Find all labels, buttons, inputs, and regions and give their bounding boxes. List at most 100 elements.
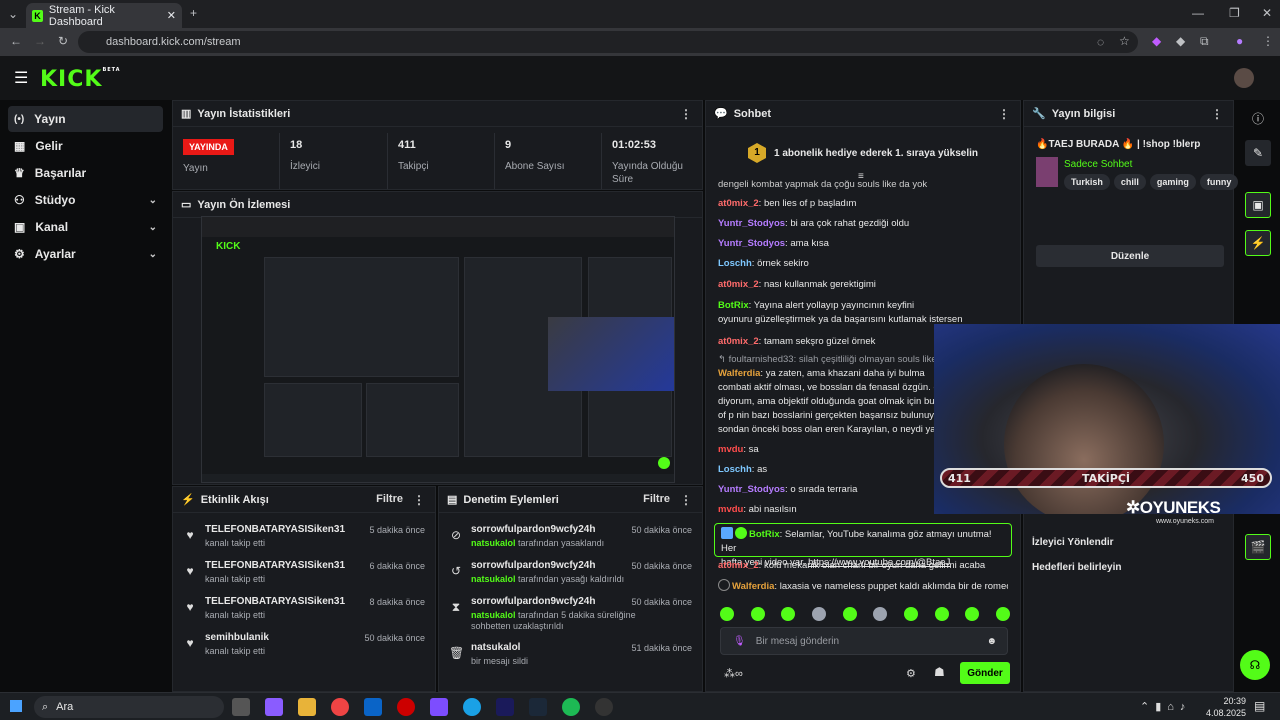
bot-icon[interactable]: ☗ [934, 665, 945, 679]
raid-link[interactable]: İzleyici Yönlendir [1032, 537, 1114, 548]
tag-chip[interactable]: funny [1199, 174, 1239, 190]
chat-line: at0mix_2: nası kullanmak gerektigimi [718, 279, 876, 290]
filter-button[interactable]: Filtre [643, 493, 670, 505]
revenue-icon: ▦ [14, 139, 26, 153]
close-window-icon[interactable]: ✕ [1262, 6, 1272, 20]
close-tab-icon[interactable]: ✕ [167, 9, 176, 22]
taskbar-app-icon[interactable] [595, 698, 613, 716]
send-button[interactable]: Gönder [960, 662, 1010, 684]
live-badge: YAYINDA [183, 139, 234, 155]
puzzle-icon[interactable]: ⧉ [1200, 34, 1209, 49]
sidebar-item-kanal[interactable]: ▣ Kanal ⌄ [8, 214, 163, 240]
document-icon: ▤ [447, 494, 458, 506]
hamburger-menu-icon[interactable]: ☰ [14, 68, 28, 88]
browser-toolbar: ← → ↻ dashboard.kick.com/stream ◌ ☆ ◆ ◆ … [0, 28, 1280, 56]
kebab-menu-icon[interactable]: ⋮ [1211, 107, 1223, 121]
tag-chip[interactable]: chill [1113, 174, 1146, 190]
ban-icon: ⊘ [450, 528, 462, 542]
filter-button[interactable]: Filtre [376, 493, 403, 505]
tab-list-icon[interactable]: ⌄ [8, 7, 18, 21]
user-badge-icon [718, 579, 730, 591]
notification-icon[interactable]: ▤ [1254, 699, 1265, 713]
chat-input[interactable]: 🎙 Bir mesaj gönderin ☻ [720, 627, 1008, 655]
address-bar[interactable]: dashboard.kick.com/stream [78, 31, 1138, 53]
forward-icon[interactable]: → [34, 34, 46, 48]
settings-gear-icon[interactable]: ⚙ [906, 667, 916, 680]
sidebar-item-gelir[interactable]: ▦ Gelir [8, 133, 163, 159]
eye-off-icon[interactable]: ◌ [1097, 35, 1104, 49]
emote-icon[interactable] [965, 607, 980, 621]
chevron-down-icon: ⌄ [148, 221, 157, 233]
taskbar-app-icon[interactable] [364, 698, 382, 716]
oyuneks-logo: ✲OYUNEKS www.oyuneks.com [1126, 498, 1221, 525]
support-icon[interactable]: ☊ [1240, 650, 1270, 680]
menu-dots-icon[interactable]: ⋮ [1262, 34, 1274, 48]
points-icon[interactable]: ⁂∞ [724, 667, 743, 680]
kebab-menu-icon[interactable]: ⋮ [680, 107, 692, 121]
taskbar-app-icon[interactable] [529, 698, 547, 716]
emote-icon[interactable] [873, 607, 888, 621]
emote-icon[interactable] [995, 607, 1010, 621]
lightning-icon[interactable]: ⚡ [1245, 230, 1271, 256]
taskbar-app-icon[interactable] [463, 698, 481, 716]
chart-icon: ▥ [181, 108, 192, 120]
emote-icon[interactable] [903, 607, 918, 621]
edit-button[interactable]: Düzenle [1036, 245, 1224, 267]
kebab-menu-icon[interactable]: ⋮ [413, 493, 425, 507]
tag-chip[interactable]: gaming [1149, 174, 1196, 190]
taskbar-app-icon[interactable] [265, 698, 283, 716]
sidebar-item-yayin[interactable]: (•) Yayın [8, 106, 163, 132]
taskbar-search[interactable]: ⌕ Ara [34, 696, 224, 718]
taskbar-app-icon[interactable] [397, 698, 415, 716]
restore-icon[interactable]: ❐ [1229, 6, 1240, 20]
windows-start-icon[interactable] [10, 700, 22, 712]
info-icon[interactable]: ⓘ [1252, 110, 1264, 127]
emoji-icon[interactable]: ☻ [986, 636, 997, 647]
sidebar-item-basarilar[interactable]: ♛ Başarılar [8, 160, 163, 186]
minimize-icon[interactable]: — [1192, 6, 1204, 20]
clock[interactable]: 20:39 4.08.2025 [1202, 695, 1246, 719]
kick-logo[interactable]: KICKBETA [40, 67, 121, 92]
emote-icon[interactable] [781, 607, 796, 621]
profile-icon[interactable]: ● [1236, 34, 1243, 48]
sidebar: (•) Yayın ▦ Gelir ♛ Başarılar ⚇ Stüdyo ⌄… [0, 100, 170, 692]
extension-icon-2[interactable]: ◆ [1176, 34, 1185, 48]
sidebar-item-ayarlar[interactable]: ⚙ Ayarlar ⌄ [8, 241, 163, 267]
spotify-taskbar-icon[interactable] [562, 698, 580, 716]
taskbar-app-icon[interactable] [496, 698, 514, 716]
chat-line: BotRix: Yayına alert yollayıp yayıncının… [718, 300, 915, 311]
reload-icon[interactable]: ↻ [58, 34, 68, 48]
category-name[interactable]: Sadece Sohbet [1064, 159, 1132, 170]
app-header: ☰ KICKBETA [0, 56, 1280, 100]
emote-icon[interactable] [750, 607, 765, 621]
new-tab-icon[interactable]: + [190, 6, 197, 20]
emote-icon[interactable] [842, 607, 857, 621]
taskbar-app-icon[interactable] [232, 698, 250, 716]
chevron-down-icon: ⌄ [148, 248, 157, 260]
tag-chip[interactable]: Turkish [1064, 174, 1110, 190]
kick-dashboard: ☰ KICKBETA (•) Yayın ▦ Gelir ♛ Başarılar… [0, 56, 1280, 692]
emote-icon[interactable] [934, 607, 949, 621]
taskbar-app-icon[interactable] [298, 698, 316, 716]
tray-icons[interactable]: ⌃▮⌂♪ [1140, 700, 1191, 713]
stream-preview[interactable]: KICK [201, 216, 675, 483]
emote-icon[interactable] [720, 607, 734, 621]
pencil-icon[interactable]: ✎ [1245, 140, 1271, 166]
url-text: dashboard.kick.com/stream [106, 36, 241, 48]
activity-feed-title: ⚡ Etkinlik Akışı Filtre ⋮ [173, 487, 435, 513]
sidebar-item-studyo[interactable]: ⚇ Stüdyo ⌄ [8, 187, 163, 213]
browser-tab[interactable]: K Stream - Kick Dashboard ✕ [26, 3, 182, 28]
chrome-taskbar-icon[interactable] [331, 698, 349, 716]
clip-icon[interactable]: ▣ [1245, 192, 1271, 218]
user-avatar[interactable] [1234, 68, 1254, 88]
goals-link[interactable]: Hedefleri belirleyin [1032, 562, 1121, 573]
emote-icon[interactable] [811, 607, 826, 621]
clapper-icon[interactable]: 🎬 [1245, 534, 1271, 560]
taskbar-app-icon[interactable] [430, 698, 448, 716]
microphone-icon[interactable]: 🎙 [733, 636, 746, 647]
kebab-menu-icon[interactable]: ⋮ [998, 107, 1010, 121]
extension-icon[interactable]: ◆ [1152, 34, 1161, 48]
bookmark-star-icon[interactable]: ☆ [1119, 34, 1130, 48]
kebab-menu-icon[interactable]: ⋮ [680, 493, 692, 507]
back-icon[interactable]: ← [10, 34, 22, 48]
